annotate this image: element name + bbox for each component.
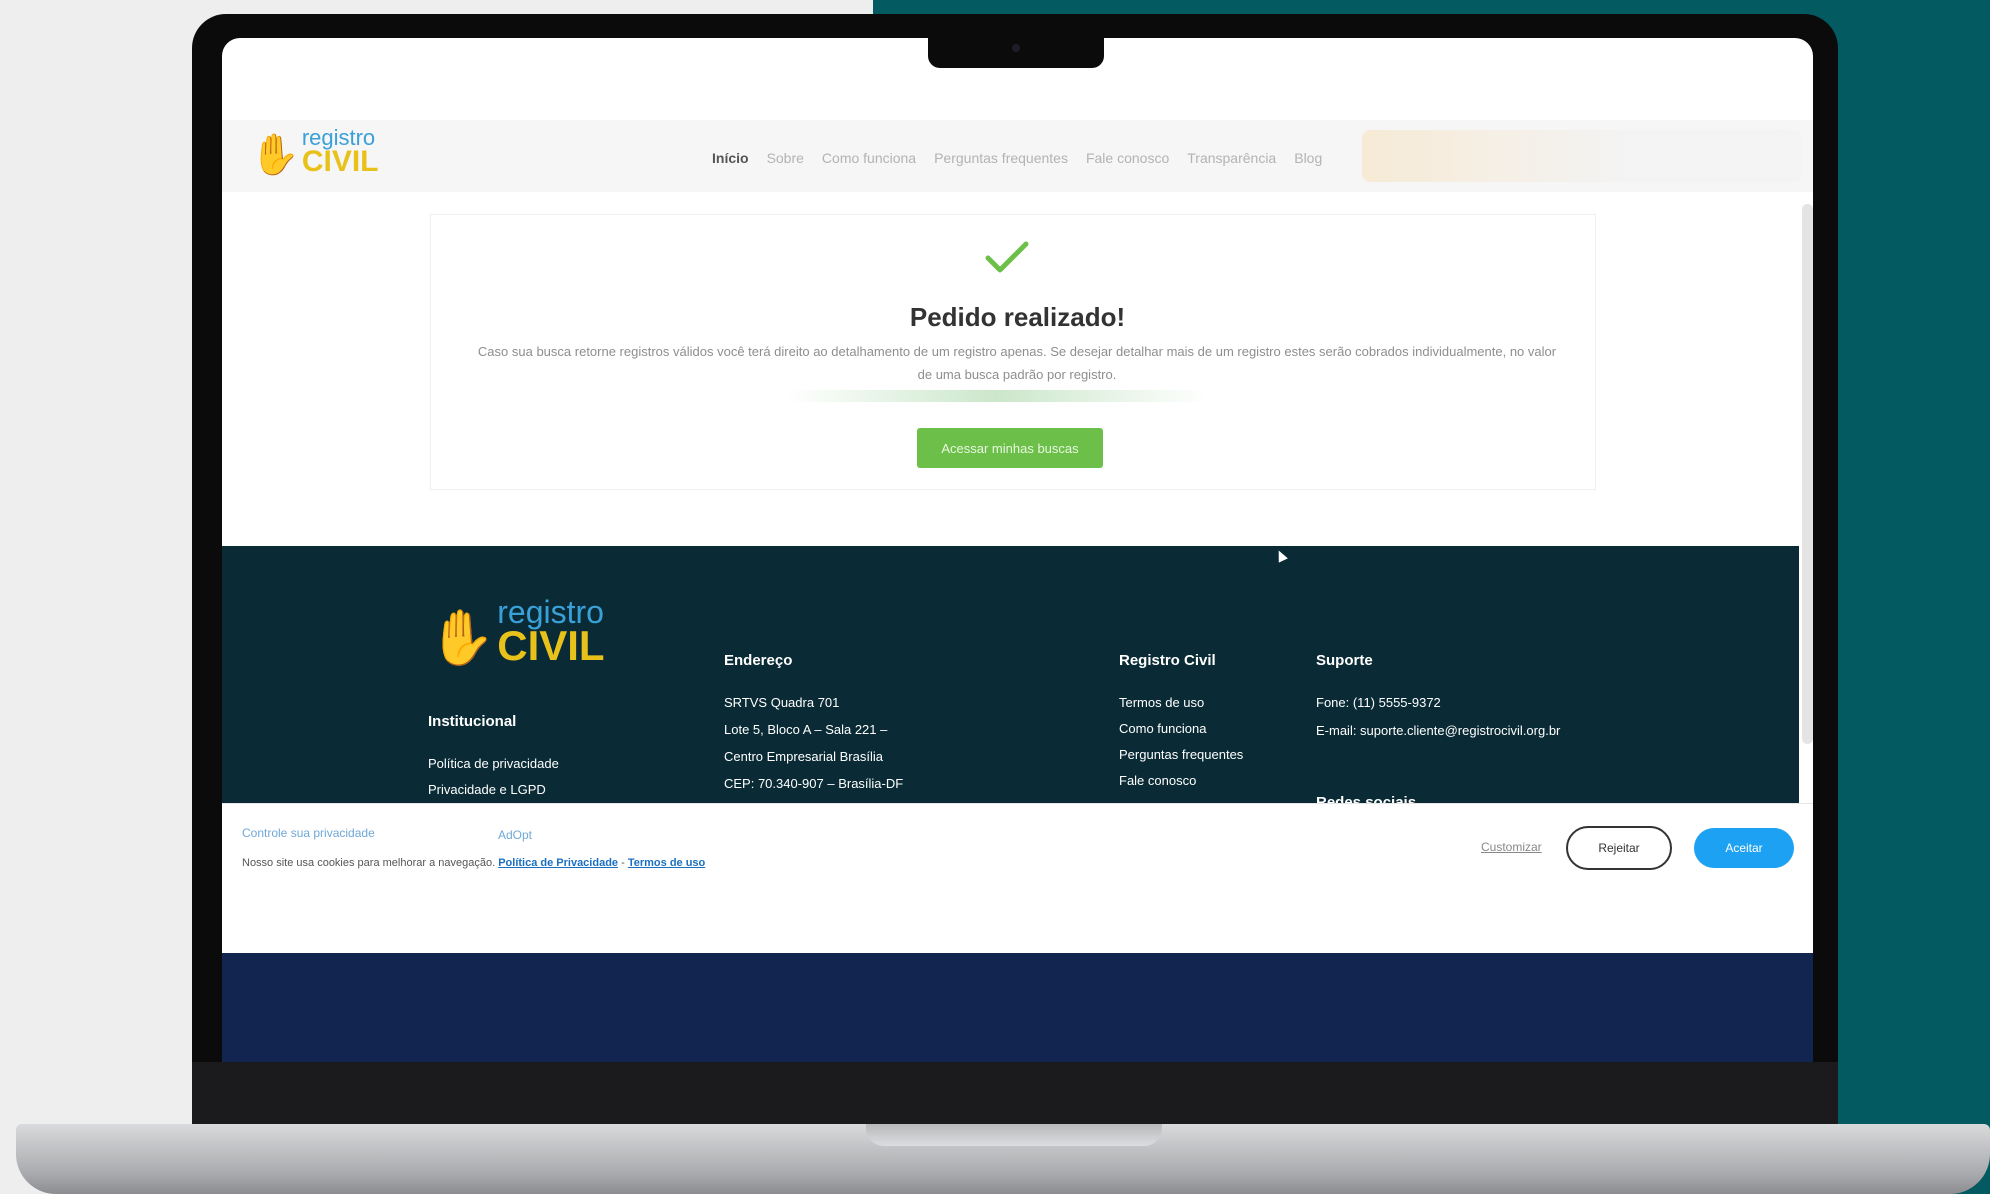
footer-logo[interactable]: ✋ registro CIVIL — [428, 596, 605, 669]
hands-logo-icon: ✋ — [250, 132, 300, 177]
footer-address-line: Centro Empresarial Brasília — [724, 749, 883, 764]
camera-icon — [1012, 44, 1020, 52]
footer-link-perguntas[interactable]: Perguntas frequentes — [1119, 747, 1243, 762]
success-title: Pedido realizado! — [909, 302, 1126, 332]
camera-notch — [928, 30, 1104, 68]
laptop-screen: ✋ registro CIVIL Início Sobre Como funci… — [222, 38, 1813, 1062]
page-scrollbar[interactable] — [1802, 204, 1813, 744]
privacy-policy-link[interactable]: Política de Privacidade — [498, 857, 618, 869]
cookie-title: Controle sua privacidade — [242, 826, 375, 840]
footer-link-privacidade[interactable]: Política de privacidade — [428, 756, 559, 771]
cookie-link-separator: - — [621, 857, 625, 869]
nav-item-perguntas[interactable]: Perguntas frequentes — [934, 150, 1068, 166]
cookie-accept-button[interactable]: Aceitar — [1694, 828, 1794, 868]
footer-endereco-heading: Endereço — [724, 652, 793, 669]
footer-address-line: Lote 5, Bloco A – Sala 221 – — [724, 722, 888, 737]
nav-item-como-funciona[interactable]: Como funciona — [822, 150, 916, 166]
footer-logo-text-bottom: CIVIL — [497, 621, 605, 669]
footer-link-lgpd[interactable]: Privacidade e LGPD — [428, 782, 546, 797]
checkmark-icon — [985, 241, 1029, 273]
cookie-message: Nosso site usa cookies para melhorar a n… — [242, 857, 496, 869]
cookie-customize-link[interactable]: Customizar — [1481, 840, 1542, 854]
main-nav: Início Sobre Como funciona Perguntas fre… — [712, 150, 1322, 166]
laptop-base-notch — [866, 1124, 1162, 1146]
footer-address-line: SRTVS Quadra 701 — [724, 695, 840, 710]
access-searches-button[interactable]: Acessar minhas buscas — [917, 428, 1103, 468]
header-logo[interactable]: ✋ registro CIVIL — [250, 127, 379, 178]
laptop-bezel-bottom — [192, 1062, 1838, 1126]
footer-address-line: CEP: 70.340-907 – Brasília-DF — [724, 776, 904, 791]
footer-link-fale-conosco[interactable]: Fale conosco — [1119, 773, 1196, 788]
success-message: Caso sua busca retorne registros válidos… — [477, 344, 1557, 382]
nav-item-blog[interactable]: Blog — [1294, 150, 1322, 166]
blurred-highlight — [787, 390, 1207, 402]
navy-band — [222, 953, 1813, 1062]
footer-link-como-funciona[interactable]: Como funciona — [1119, 721, 1206, 736]
nav-item-fale-conosco[interactable]: Fale conosco — [1086, 150, 1169, 166]
footer-support-phone[interactable]: Fone: (11) 5555-9372 — [1316, 695, 1441, 710]
cookie-reject-button[interactable]: Rejeitar — [1566, 826, 1672, 870]
logo-text-bottom: CIVIL — [301, 144, 379, 178]
nav-item-transparencia[interactable]: Transparência — [1187, 150, 1276, 166]
footer-link-termos[interactable]: Termos de uso — [1119, 695, 1204, 710]
nav-item-inicio[interactable]: Início — [712, 150, 749, 166]
terms-of-use-link[interactable]: Termos de uso — [628, 857, 705, 869]
nav-item-sobre[interactable]: Sobre — [767, 150, 804, 166]
footer-registro-civil-heading: Registro Civil — [1119, 652, 1216, 669]
footer-suporte-heading: Suporte — [1316, 652, 1373, 669]
footer-support-email[interactable]: E-mail: suporte.cliente@registrocivil.or… — [1316, 723, 1560, 738]
header-blurred-area — [1362, 130, 1802, 182]
hands-logo-icon: ✋ — [428, 607, 496, 668]
cookie-provider[interactable]: AdOpt — [498, 828, 532, 842]
cookie-text: Nosso site usa cookies para melhorar a n… — [242, 857, 705, 869]
footer-institucional-heading: Institucional — [428, 713, 517, 730]
